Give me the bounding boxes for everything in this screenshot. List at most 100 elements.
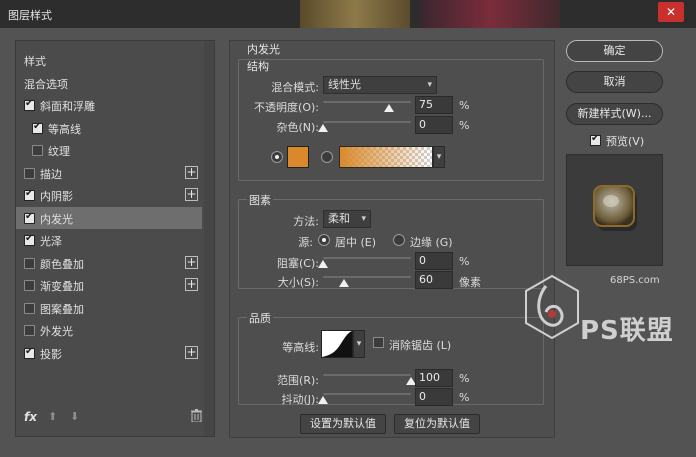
style-item-checkbox[interactable] (24, 167, 35, 179)
style-list-toolbar: fx ⬆ ⬇ (16, 400, 214, 436)
style-item-label: 外发光 (40, 325, 73, 338)
range-label: 范围(R): (277, 374, 319, 387)
move-up-icon[interactable]: ⬆ (48, 410, 57, 423)
add-effect-icon[interactable]: + (185, 165, 198, 179)
jitter-slider[interactable] (318, 390, 411, 404)
elements-title: 图素 (247, 192, 273, 208)
noise-input[interactable]: 0 (415, 116, 453, 134)
style-item-checkbox[interactable]: ✔ (32, 120, 43, 134)
method-select[interactable]: 柔和 ▾ (323, 210, 371, 228)
style-item-checkbox[interactable] (24, 302, 35, 314)
blend-mode-select[interactable]: 线性光 ▾ (323, 76, 437, 94)
cancel-button[interactable]: 取消 (566, 71, 663, 93)
slider-track (323, 393, 411, 395)
style-item[interactable]: ✔ 光泽 (16, 229, 202, 251)
style-item-label: 斜面和浮雕 (40, 100, 95, 113)
size-label: 大小(S): (277, 276, 319, 289)
glow-gradient-preview[interactable] (339, 146, 433, 168)
add-effect-icon[interactable]: + (185, 188, 198, 201)
style-item[interactable]: 颜色叠加 + (16, 252, 202, 274)
style-item-checkbox[interactable]: ✔ (24, 211, 35, 224)
jitter-input[interactable]: 0 (415, 388, 453, 406)
style-item[interactable]: 纹理 (16, 139, 202, 161)
opacity-input[interactable]: 75 (415, 96, 453, 114)
add-effect-icon[interactable]: + (185, 255, 198, 269)
new-style-button[interactable]: 新建样式(W)... (566, 103, 663, 125)
range-input[interactable]: 100 (415, 369, 453, 387)
contour-preview[interactable] (321, 330, 353, 358)
style-item-checkbox[interactable]: ✔ (24, 98, 35, 111)
quality-group: 品质 等高线: ▾ 消除锯齿 (L) 范围(R): 100 % 抖动(J): 0… (238, 310, 544, 406)
contour-dropdown[interactable]: ▾ (353, 330, 365, 358)
style-item-checkbox[interactable]: ✔ (24, 346, 35, 359)
chevron-down-icon: ▾ (427, 80, 432, 90)
title-bar: 图层样式 ✕ (0, 0, 696, 28)
blend-mode-label: 混合模式: (271, 81, 319, 94)
style-item[interactable]: ✔ 内发光 (16, 206, 202, 229)
check-icon: ✔ (33, 120, 42, 132)
slider-track (323, 257, 411, 259)
percent-unit: % (459, 372, 470, 385)
style-item-checkbox[interactable]: ✔ (24, 188, 35, 201)
style-item[interactable]: ✔ 斜面和浮雕 (16, 94, 202, 116)
choke-slider[interactable] (318, 254, 411, 268)
add-effect-icon[interactable]: + (185, 278, 198, 291)
source-label: 源: (298, 236, 313, 249)
percent-unit: % (459, 99, 470, 112)
slider-thumb[interactable] (318, 396, 328, 404)
style-item[interactable]: 混合选项 (16, 72, 202, 94)
layer-style-dialog: 样式 混合选项 ✔ 斜面和浮雕 ✔ 等高线 纹理 描边 + ✔ 内阴影 + ✔ 内发光 ✔ 光泽 颜色叠加 + 渐变… (0, 28, 696, 457)
method-label: 方法: (293, 215, 319, 228)
style-item-label: 内阴影 (40, 190, 73, 203)
glow-color-swatch[interactable] (287, 146, 309, 168)
slider-thumb[interactable] (318, 260, 328, 268)
structure-group: 结构 混合模式: 线性光 ▾ 不透明度(O): 75 % 杂色(N): 0 % (238, 59, 544, 181)
solid-color-radio[interactable] (271, 151, 283, 163)
size-slider[interactable] (323, 273, 411, 287)
style-item[interactable]: 描边 + (16, 162, 202, 184)
style-item[interactable]: 外发光 (16, 319, 202, 341)
trash-icon[interactable] (191, 409, 202, 422)
style-item-label: 描边 (40, 167, 62, 181)
style-item[interactable]: ✔ 等高线 (16, 117, 202, 139)
style-item-checkbox[interactable] (24, 325, 35, 336)
fx-button[interactable]: fx (24, 410, 37, 424)
antialias-checkbox[interactable] (373, 337, 384, 348)
close-button[interactable]: ✕ (658, 2, 684, 22)
range-slider[interactable] (323, 371, 416, 385)
style-item-checkbox[interactable] (32, 145, 43, 156)
style-item-checkbox[interactable]: ✔ (24, 233, 35, 246)
gradient-radio[interactable] (321, 151, 333, 163)
make-default-button[interactable]: 设置为默认值 (300, 414, 386, 434)
choke-input[interactable]: 0 (415, 252, 453, 270)
style-item-label: 纹理 (48, 145, 70, 158)
style-item-label: 光泽 (40, 235, 62, 248)
noise-label: 杂色(N): (276, 121, 319, 134)
style-item-label: 混合选项 (24, 77, 68, 91)
slider-thumb[interactable] (318, 124, 328, 132)
move-down-icon[interactable]: ⬇ (70, 410, 79, 423)
style-item-checkbox[interactable] (24, 280, 35, 291)
style-item[interactable]: 样式 (16, 49, 202, 71)
size-input[interactable]: 60 (415, 271, 453, 289)
style-item[interactable]: ✔ 内阴影 + (16, 184, 202, 206)
source-edge-radio[interactable] (393, 234, 405, 246)
opacity-slider[interactable] (323, 98, 411, 112)
style-item[interactable]: 图案叠加 (16, 297, 202, 319)
style-list-scrollbar[interactable] (204, 41, 214, 436)
style-item[interactable]: ✔ 投影 + (16, 342, 202, 364)
gradient-dropdown[interactable]: ▾ (433, 146, 445, 168)
choke-label: 阻塞(C): (277, 257, 319, 270)
slider-thumb[interactable] (384, 104, 394, 112)
noise-slider[interactable] (318, 118, 411, 132)
add-effect-icon[interactable]: + (185, 345, 198, 359)
background-thumbnail (300, 0, 410, 28)
ok-button[interactable]: 确定 (566, 40, 663, 62)
source-center-radio[interactable] (318, 234, 330, 246)
reset-default-button[interactable]: 复位为默认值 (394, 414, 480, 434)
style-item[interactable]: 渐变叠加 + (16, 274, 202, 296)
watermark-logo-icon (525, 274, 579, 340)
preview-checkbox[interactable]: ✔ (590, 133, 601, 146)
slider-thumb[interactable] (339, 279, 349, 287)
style-item-checkbox[interactable] (24, 257, 35, 269)
